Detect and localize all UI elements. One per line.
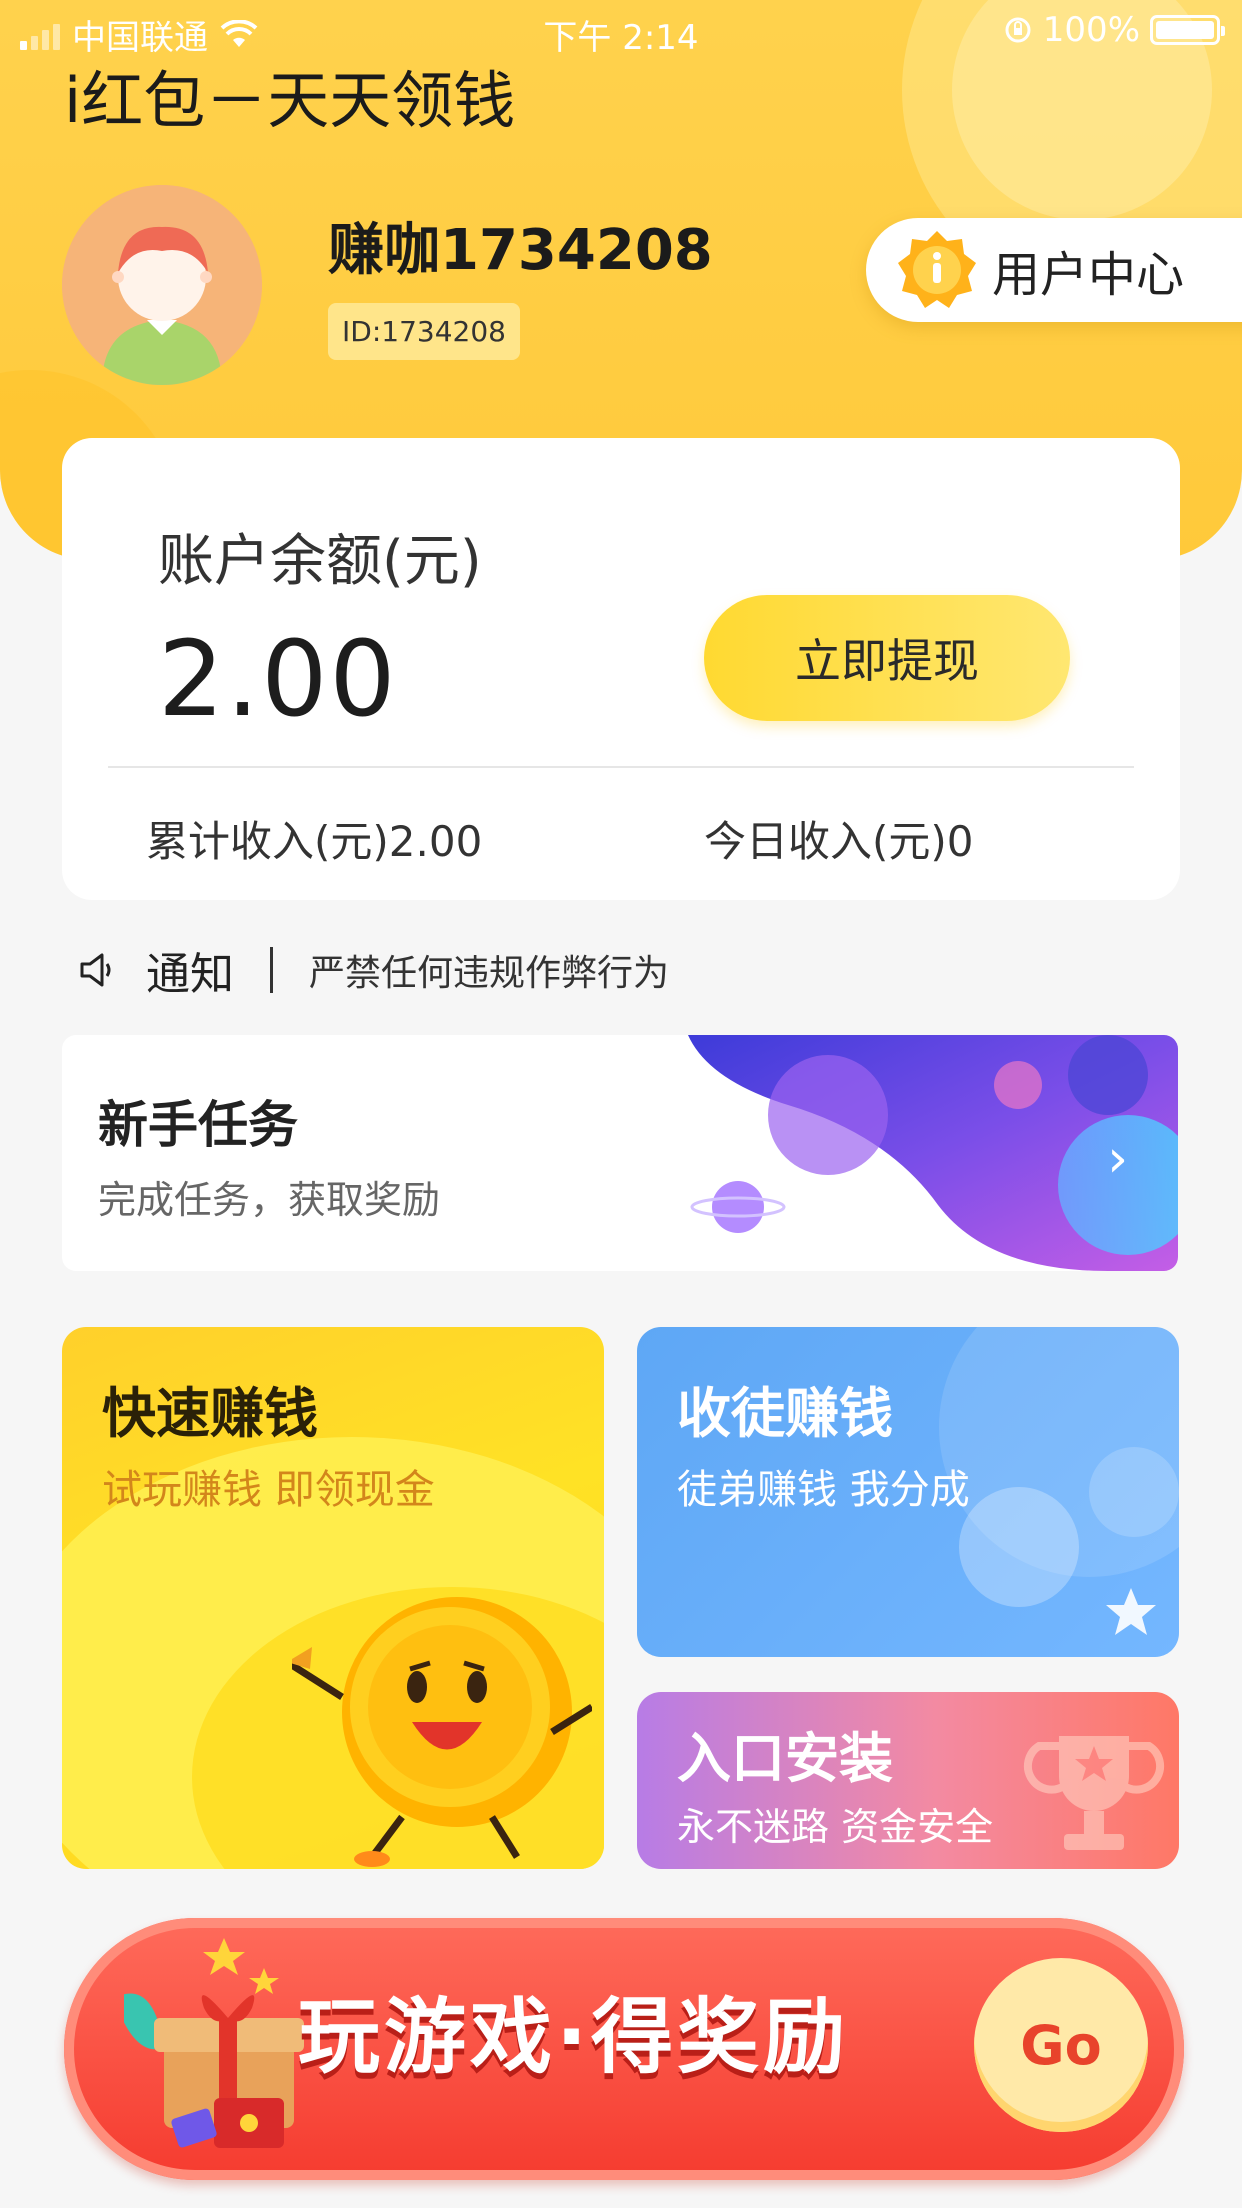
divider [108, 766, 1134, 768]
apprentice-earn-subtitle: 徒弟赚钱 我分成 [677, 1467, 970, 1513]
gift-icon [124, 1938, 304, 2148]
install-entry-tile[interactable]: 入口安装 永不迷路 资金安全 [637, 1692, 1179, 1869]
go-label: Go [1020, 2013, 1102, 2077]
banner-text: 玩游戏·得奖励 [298, 1990, 850, 2085]
battery-icon [1150, 15, 1225, 45]
user-center-button[interactable]: 用户中心 [866, 218, 1242, 322]
today-income: 今日收入(元)0 [704, 817, 974, 866]
withdraw-button[interactable]: 立即提现 [704, 595, 1070, 721]
notice-text: 严禁任何违规作弊行为 [309, 953, 670, 994]
newbie-task-title: 新手任务 [98, 1096, 298, 1154]
notice-title: 通知 [146, 949, 234, 1000]
balance-card: 账户余额(元) 2.00 立即提现 累计收入(元)2.00 今日收入(元)0 [62, 438, 1180, 900]
space-illustration [688, 1035, 1178, 1271]
play-game-banner[interactable]: 玩游戏·得奖励 Go [64, 1918, 1184, 2180]
battery-percentage: 100% [1042, 10, 1140, 50]
apprentice-earn-tile[interactable]: 收徒赚钱 徒弟赚钱 我分成 [637, 1327, 1179, 1657]
install-entry-title: 入口安装 [677, 1727, 893, 1790]
balance-label: 账户余额(元) [158, 529, 482, 594]
total-income: 累计收入(元)2.00 [146, 817, 483, 866]
quick-earn-tile[interactable]: 快速赚钱 试玩赚钱 即领现金 [62, 1327, 604, 1869]
newbie-task-card[interactable]: 新手任务 完成任务，获取奖励 › [62, 1035, 1178, 1271]
user-center-label: 用户中心 [992, 247, 1185, 303]
balance-value: 2.00 [158, 618, 398, 740]
username: 赚咖1734208 [328, 218, 713, 283]
avatar[interactable] [62, 185, 262, 385]
star-icon [1106, 1588, 1156, 1635]
speaker-icon [80, 953, 111, 987]
rotation-lock-icon [1005, 17, 1031, 43]
newbie-task-subtitle: 完成任务，获取奖励 [98, 1178, 441, 1222]
quick-earn-subtitle: 试玩赚钱 即领现金 [102, 1467, 435, 1513]
medal-icon [898, 231, 976, 308]
chevron-right-icon: › [1107, 1129, 1128, 1189]
coin-mascot-icon [292, 1597, 592, 1867]
go-button[interactable]: Go [974, 1958, 1148, 2132]
notice-bar[interactable]: 通知 严禁任何违规作弊行为 [76, 940, 669, 1000]
app-title: i红包－天天领钱 [64, 64, 516, 137]
notice-separator [270, 947, 273, 993]
user-id-badge: ID:1734208 [328, 303, 520, 360]
trophy-icon [1023, 1736, 1165, 1850]
install-entry-subtitle: 永不迷路 资金安全 [677, 1805, 994, 1849]
quick-earn-title: 快速赚钱 [102, 1382, 318, 1445]
apprentice-earn-title: 收徒赚钱 [677, 1382, 893, 1445]
